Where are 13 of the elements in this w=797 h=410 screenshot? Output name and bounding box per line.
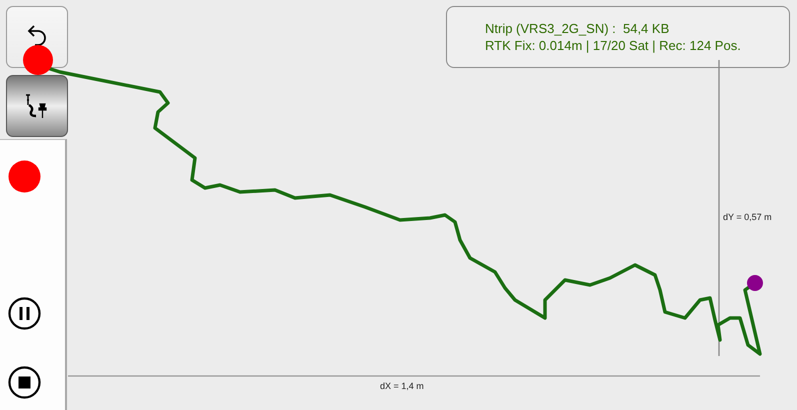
status-text: RTK Fix: 0.014m | 17/20 Sat | Rec: 124 Pos. bbox=[485, 37, 742, 54]
status-text: Ntrip (VRS3_2G_SN) : 54,4 KB bbox=[485, 20, 670, 37]
record-icon bbox=[8, 160, 41, 193]
pause-button[interactable] bbox=[8, 297, 41, 330]
position-marker bbox=[747, 275, 763, 291]
record-button[interactable] bbox=[8, 160, 41, 193]
pause-icon bbox=[8, 297, 41, 330]
stop-button[interactable] bbox=[8, 366, 41, 399]
dx-label: dX = 1,4 m bbox=[380, 381, 424, 391]
start-marker bbox=[23, 45, 53, 75]
track-mode-button[interactable] bbox=[6, 75, 68, 137]
dy-label: dY = 0,57 m bbox=[723, 212, 772, 222]
stop-icon bbox=[8, 366, 41, 399]
